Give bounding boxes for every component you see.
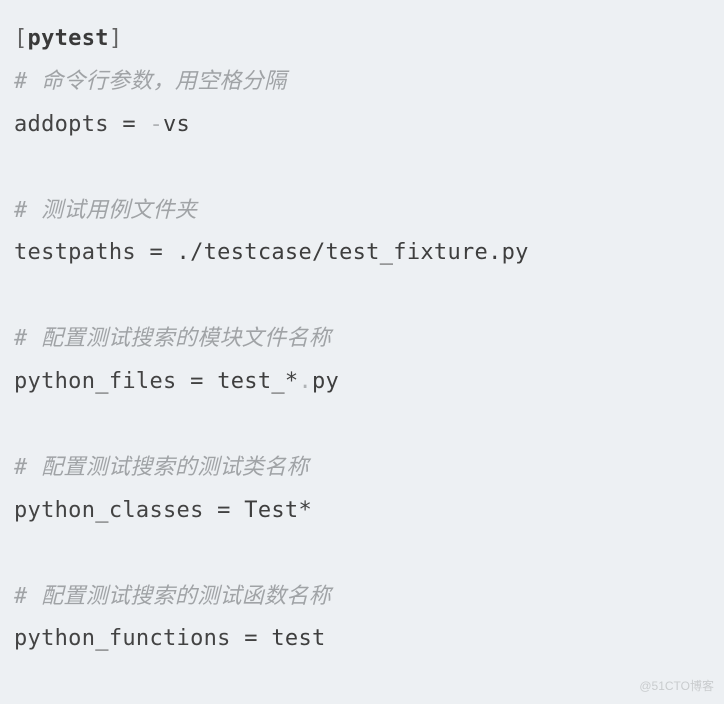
dash: - (149, 112, 163, 137)
config-line-python-classes: python_classes = Test* (14, 490, 710, 533)
config-key: testpaths (14, 240, 136, 265)
section-header: [pytest] (14, 18, 710, 61)
comment-line: # 测试用例文件夹 (14, 190, 710, 233)
star: * (298, 498, 312, 523)
comment-line: # 配置测试搜索的模块文件名称 (14, 318, 710, 361)
config-key: python_functions (14, 626, 231, 651)
config-line-python-files: python_files = test_*.py (14, 361, 710, 404)
blank-line (14, 533, 710, 576)
config-value: test (271, 626, 325, 651)
equals-op: = (204, 498, 245, 523)
config-line-python-functions: python_functions = test (14, 618, 710, 661)
equals-op: = (231, 626, 272, 651)
config-value-tail: py (312, 369, 339, 394)
config-line-testpaths: testpaths = ./testcase/test_fixture.py (14, 232, 710, 275)
equals-op: = (109, 112, 150, 137)
comment-line: # 命令行参数，用空格分隔 (14, 61, 710, 104)
equals-op: = (177, 369, 218, 394)
config-key: addopts (14, 112, 109, 137)
config-value: ./testcase/test_fixture.py (177, 240, 529, 265)
config-key: python_classes (14, 498, 204, 523)
bracket-close: ] (109, 26, 123, 51)
config-value: Test (244, 498, 298, 523)
dot: . (298, 369, 312, 394)
watermark: @51CTO博客 (639, 675, 714, 698)
section-name: pytest (28, 26, 109, 51)
comment-line: # 配置测试搜索的测试类名称 (14, 447, 710, 490)
blank-line (14, 275, 710, 318)
equals-op: = (136, 240, 177, 265)
config-value: test_ (217, 369, 285, 394)
config-value: vs (163, 112, 190, 137)
code-block: [pytest] # 命令行参数，用空格分隔 addopts = -vs # 测… (14, 18, 710, 661)
config-line-addopts: addopts = -vs (14, 104, 710, 147)
bracket-open: [ (14, 26, 28, 51)
comment-line: # 配置测试搜索的测试函数名称 (14, 576, 710, 619)
config-key: python_files (14, 369, 177, 394)
star: * (285, 369, 299, 394)
blank-line (14, 404, 710, 447)
blank-line (14, 147, 710, 190)
